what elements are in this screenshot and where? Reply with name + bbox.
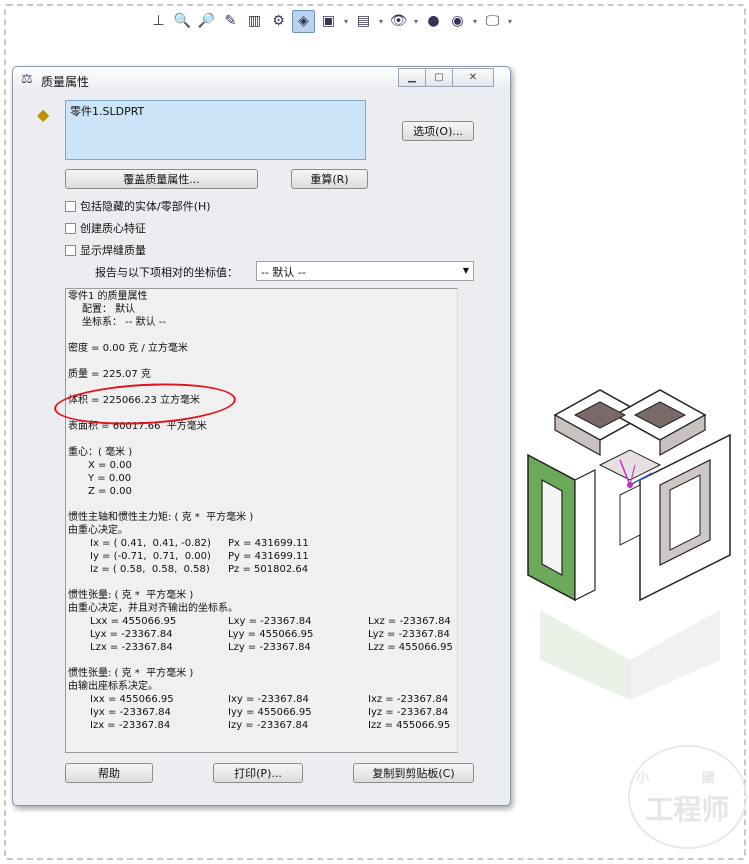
result-config: 配置： 默认: [82, 304, 136, 315]
tensor-cell: Izy = -23367.84: [228, 720, 309, 731]
result-density: 密度 = 0.00 克 / 立方毫米: [68, 343, 188, 354]
cube-model-3d[interactable]: [520, 370, 740, 710]
copy-to-clipboard-button[interactable]: 复制到剪贴板(C): [353, 763, 474, 783]
chevron-down-icon[interactable]: ▾: [342, 17, 350, 26]
checkbox[interactable]: [65, 244, 76, 256]
tensor-cell: Ixx = 455066.95: [90, 694, 174, 705]
checkbox-label: 显示焊缝质量: [80, 244, 146, 257]
close-button[interactable]: ✕: [452, 68, 494, 87]
checkbox[interactable]: [65, 200, 76, 212]
result-principal-sub: 由重心决定。: [68, 525, 128, 536]
result-cog-z: Z = 0.00: [88, 486, 132, 497]
result-header: 零件1 的质量属性: [68, 291, 148, 302]
override-mass-button[interactable]: 覆盖质量属性...: [65, 169, 258, 189]
tensor-cell: Ixy = -23367.84: [228, 694, 309, 705]
chevron-down-icon[interactable]: ▾: [377, 17, 385, 26]
part-icon: ◆: [37, 105, 50, 124]
chevron-down-icon: ▼: [462, 266, 469, 275]
recalculate-button[interactable]: 重算(R): [291, 169, 368, 189]
tensor-cell: Izz = 455066.95: [368, 720, 451, 731]
tensor-cell: Lzy = -23367.84: [228, 642, 311, 653]
selection-item[interactable]: 零件1.SLDPRT: [70, 105, 144, 118]
zoom-area-icon[interactable]: 🔎: [196, 11, 217, 32]
result-principal-title: 惯性主轴和惯性主力矩: ( 克 * 平方毫米 ): [68, 512, 254, 523]
checkbox-weld-mass[interactable]: 显示焊缝质量: [65, 242, 146, 258]
tensor-cell: Lxx = 455066.95: [90, 616, 177, 627]
tensor-cell: Izx = -23367.84: [90, 720, 171, 731]
watermark-logo: 小 國 工程师: [628, 745, 747, 849]
dialog-title: 质量属性: [41, 75, 90, 89]
result-iz: Iz = ( 0.58, 0.58, 0.58): [90, 564, 210, 575]
result-area: 表面积 = 60017.66 平方毫米: [68, 421, 207, 432]
coord-system-value: -- 默认 --: [261, 266, 306, 279]
result-px: Px = 431699.11: [228, 538, 309, 549]
checkbox[interactable]: [65, 222, 76, 234]
scale-icon: ⚖: [21, 72, 33, 87]
checkbox-create-cog[interactable]: 创建质心特征: [65, 220, 146, 236]
tensor-cell: Lxy = -23367.84: [228, 616, 312, 627]
chevron-down-icon[interactable]: ▾: [506, 17, 514, 26]
watermark-bottom: 工程师: [645, 792, 730, 826]
view-toolbar: ⊥ 🔍 🔎 ✎ ▥ ⚙ ◈ ▣ ▾ ▤ ▾ 👁 ▾ ● ◉ ▾ 🖵 ▾: [148, 8, 514, 34]
tensor-cell: Lzz = 455066.95: [368, 642, 453, 653]
chevron-down-icon[interactable]: ▾: [471, 17, 479, 26]
result-tensor1-sub: 由重心决定，并且对齐输出的坐标系。: [68, 603, 238, 614]
print-button[interactable]: 打印(P)...: [213, 763, 303, 783]
result-tensor1-title: 惯性张量: ( 克 * 平方毫米 ): [68, 590, 194, 601]
monitor-icon[interactable]: 🖵: [482, 11, 503, 32]
hide-show-icon[interactable]: ▣: [318, 11, 339, 32]
coord-system-select[interactable]: -- 默认 -- ▼: [256, 261, 474, 281]
result-tensor2-sub: 由输出座标系决定。: [68, 681, 158, 692]
result-py: Py = 431699.11: [228, 551, 309, 562]
window-controls: ▁ ▢ ✕: [398, 68, 494, 87]
result-volume: 体积 = 225066.23 立方毫米: [68, 395, 200, 406]
tensor-cell: Ixz = -23367.84: [368, 694, 449, 705]
checkbox-label: 创建质心特征: [80, 222, 146, 235]
result-cog-title: 重心：( 毫米 ): [68, 447, 133, 458]
results-panel[interactable]: 零件1 的质量属性 配置： 默认 坐标系： -- 默认 -- 密度 = 0.00…: [65, 288, 458, 753]
result-coordsys: 坐标系： -- 默认 --: [82, 317, 166, 328]
zoom-fit-icon[interactable]: 🔍: [172, 11, 193, 32]
chevron-down-icon[interactable]: ▾: [412, 17, 420, 26]
eye-icon[interactable]: 👁: [388, 11, 409, 32]
view-settings-icon[interactable]: ▤: [353, 11, 374, 32]
tensor-cell: Lxz = -23367.84: [368, 616, 451, 627]
appearance-icon[interactable]: ●: [423, 11, 444, 32]
selection-list[interactable]: 零件1.SLDPRT: [65, 100, 366, 160]
minimize-button[interactable]: ▁: [398, 68, 426, 87]
dialog-titlebar[interactable]: ⚖ 质量属性 ▁ ▢ ✕: [13, 67, 510, 93]
coord-system-label: 报告与以下项相对的坐标值：: [95, 266, 238, 279]
result-pz: Pz = 501802.64: [228, 564, 309, 575]
tensor-cell: Lyz = -23367.84: [368, 629, 450, 640]
tensor-cell: Iyz = -23367.84: [368, 707, 449, 718]
tensor-cell: Iyy = 455066.95: [228, 707, 312, 718]
options-button[interactable]: 选项(O)...: [402, 121, 474, 141]
tensor-cell: Lzx = -23367.84: [90, 642, 173, 653]
result-cog-x: X = 0.00: [88, 460, 132, 471]
tensor-cell: Lyx = -23367.84: [90, 629, 173, 640]
maximize-button[interactable]: ▢: [425, 68, 453, 87]
checkbox-label: 包括隐藏的实体/零部件(H): [80, 200, 211, 213]
tensor-cell: Iyx = -23367.84: [90, 707, 171, 718]
mass-properties-dialog: ⚖ 质量属性 ▁ ▢ ✕ ◆ 零件1.SLDPRT 选项(O)... 覆盖质量属…: [12, 66, 511, 806]
tensor-cell: Lyy = 455066.95: [228, 629, 314, 640]
view-orient-icon[interactable]: ▥: [244, 11, 265, 32]
scene-icon[interactable]: ◉: [447, 11, 468, 32]
watermark-top: 小 國: [636, 770, 739, 786]
result-iy: Iy = (-0.71, 0.71, 0.00): [90, 551, 211, 562]
result-cog-y: Y = 0.00: [88, 473, 132, 484]
result-mass: 质量 = 225.07 克: [68, 369, 151, 380]
isometric-icon[interactable]: ◈: [292, 9, 315, 33]
result-tensor2-title: 惯性张量: ( 克 * 平方毫米 ): [68, 668, 194, 679]
normal-to-icon[interactable]: ⊥: [148, 11, 169, 32]
checkbox-include-hidden[interactable]: 包括隐藏的实体/零部件(H): [65, 198, 211, 214]
display-style-icon[interactable]: ⚙: [268, 11, 289, 32]
result-ix: Ix = ( 0.41, 0.41, -0.82): [90, 538, 211, 549]
section-view-icon[interactable]: ✎: [220, 11, 241, 32]
help-button[interactable]: 帮助: [65, 763, 153, 783]
